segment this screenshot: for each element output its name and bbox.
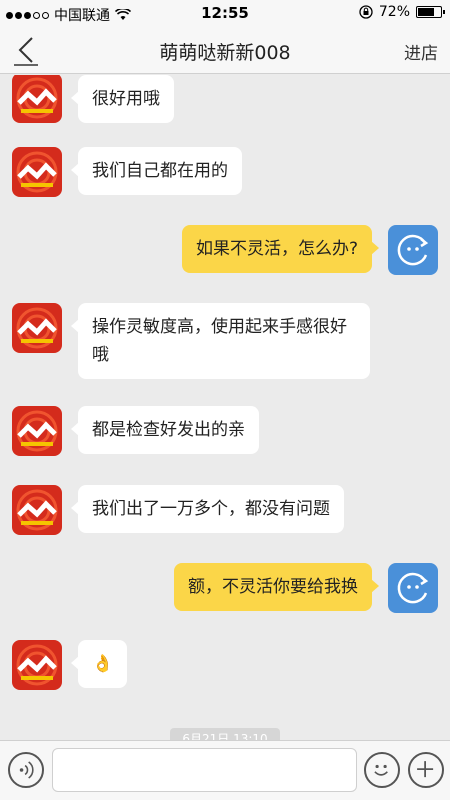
chat-area[interactable]: 很好用哦 我们自己都在用的 如果不灵活，怎么办? 操作灵敏度高，使用起来手感很好… <box>0 75 450 740</box>
battery-fill <box>418 8 434 16</box>
shop-avatar[interactable] <box>12 147 62 197</box>
message-bubble[interactable]: 我们自己都在用的 <box>71 147 242 195</box>
enter-shop-button[interactable]: 进店 <box>404 39 438 64</box>
shop-avatar[interactable] <box>12 640 62 690</box>
message-input[interactable] <box>52 748 357 792</box>
status-bar: 中国联通 12:55 72% <box>0 0 450 26</box>
battery-icon <box>416 6 445 18</box>
plus-icon[interactable] <box>408 752 444 788</box>
my-avatar[interactable] <box>388 563 438 613</box>
shop-avatar[interactable] <box>12 75 62 123</box>
message-bubble[interactable]: 我们出了一万多个，都没有问题 <box>71 485 344 533</box>
orientation-lock-icon <box>359 5 373 19</box>
page-title: 萌萌哒新新008 <box>159 42 291 64</box>
voice-icon[interactable] <box>8 752 44 788</box>
message-bubble[interactable]: 👌 <box>70 640 128 688</box>
emoji-icon[interactable] <box>364 752 400 788</box>
nav-bar: 萌萌哒新新008 进店 <box>0 26 450 74</box>
my-avatar[interactable] <box>388 225 438 275</box>
input-bar <box>0 740 450 800</box>
message-bubble[interactable]: 操作灵敏度高，使用起来手感很好哦 <box>71 303 370 379</box>
shop-avatar[interactable] <box>12 303 62 353</box>
battery-percent: 72% <box>378 4 410 20</box>
status-right: 72% <box>359 4 445 20</box>
shop-avatar[interactable] <box>12 485 62 535</box>
message-bubble[interactable]: 都是检查好发出的亲 <box>71 406 259 454</box>
message-bubble[interactable]: 如果不灵活，怎么办? <box>181 225 380 273</box>
timestamp-chip: 6月21日 13:10 <box>170 728 280 740</box>
shop-avatar[interactable] <box>12 406 62 456</box>
message-bubble[interactable]: 很好用哦 <box>71 75 174 123</box>
message-bubble[interactable]: 额，不灵活你要给我换 <box>174 563 379 611</box>
